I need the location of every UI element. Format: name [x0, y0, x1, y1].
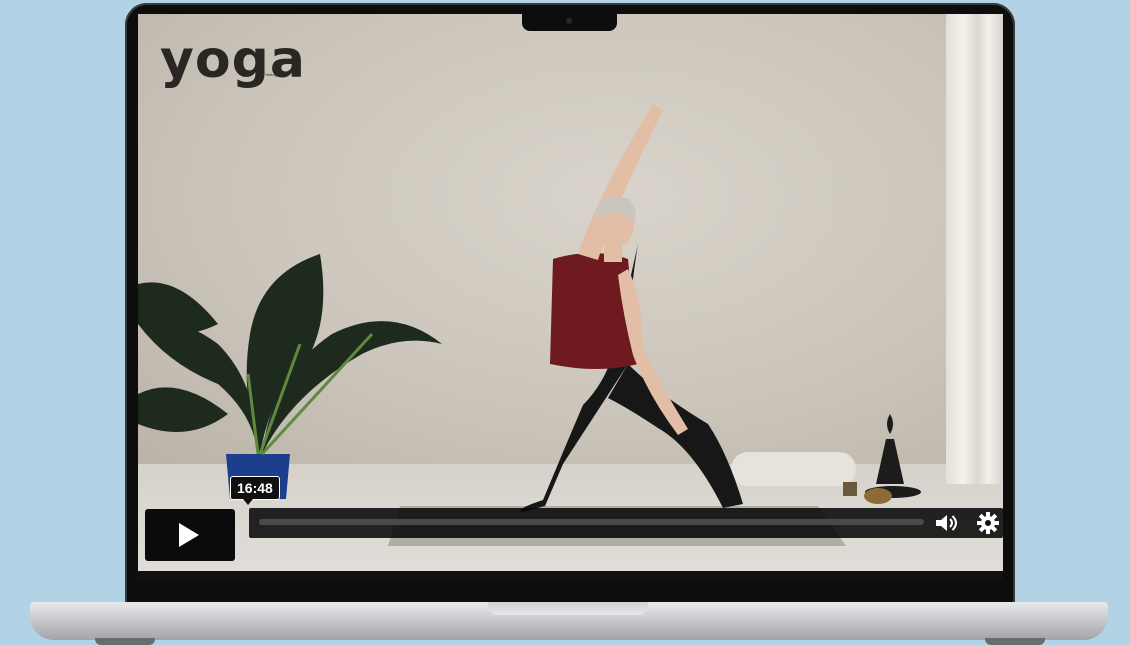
brand-logo: yoga [160, 30, 306, 90]
volume-icon [936, 515, 957, 531]
screen-chin [137, 571, 1003, 580]
laptop-opening-notch [488, 602, 648, 615]
laptop-foot-left [95, 638, 155, 645]
settings-button[interactable] [976, 511, 1000, 535]
gear-icon [977, 512, 999, 534]
video-player[interactable]: yoga by Hellogalerie 16:48 [138, 14, 1003, 571]
time-tooltip: 16:48 [230, 476, 280, 505]
volume-button[interactable] [934, 511, 958, 535]
camera-icon [566, 18, 572, 24]
progress-bar[interactable] [259, 519, 924, 525]
laptop-foot-right [985, 638, 1045, 645]
control-bar [249, 508, 1003, 538]
camera-notch [522, 12, 617, 31]
play-icon [179, 523, 199, 547]
brand-sublogo: by Hellogalerie [260, 72, 287, 77]
play-button[interactable] [145, 509, 235, 561]
